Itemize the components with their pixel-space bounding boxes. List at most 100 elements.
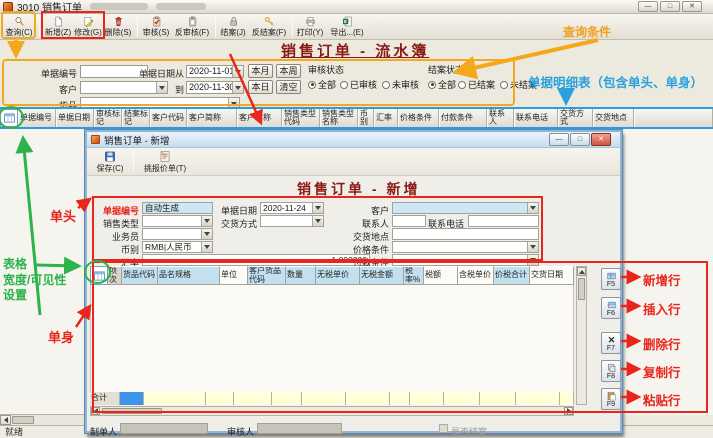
close-case-button[interactable]: 结案(J) [219, 15, 247, 39]
date-from-select[interactable]: 2020-11-01 [186, 65, 244, 78]
scroll-right-icon[interactable] [564, 407, 573, 415]
currency-select[interactable]: RMB|人民币 [142, 241, 213, 253]
column-header[interactable]: 客户代码 [150, 109, 187, 127]
grid-column-header[interactable]: 交货日期 [530, 266, 574, 285]
contact-field[interactable] [392, 215, 426, 227]
grid-column-header[interactable]: 单位 [220, 266, 248, 285]
closed-checkbox[interactable] [439, 424, 448, 433]
this-week-button[interactable]: 本周 [276, 64, 301, 78]
table-settings-button[interactable] [0, 109, 18, 127]
scroll-left-icon[interactable] [0, 415, 11, 425]
column-header[interactable]: 审核标记 [94, 109, 122, 127]
flow-table-hscrollbar[interactable] [0, 414, 85, 425]
grid-column-header[interactable]: 含税单价 [458, 266, 494, 285]
scroll-left-icon[interactable] [91, 407, 100, 415]
rate-field[interactable]: 1.000000 [142, 254, 370, 266]
close-button[interactable]: ✕ [682, 1, 702, 12]
dropdown-arrow-icon[interactable] [232, 66, 243, 77]
edit-button[interactable]: 修改(G) [74, 15, 102, 39]
paste-row-button[interactable]: F9 [601, 388, 621, 410]
selected-total-cell[interactable] [120, 392, 144, 405]
audit-no-radio[interactable]: 未审核 [382, 78, 419, 91]
minimize-button[interactable]: — [638, 1, 658, 12]
print-button[interactable]: 打印(Y) [296, 15, 324, 39]
scrollbar-thumb[interactable] [578, 278, 585, 300]
close-yes-radio[interactable]: 已结案 [458, 78, 495, 91]
dialog-maximize-button[interactable]: □ [570, 133, 590, 146]
dropdown-arrow-icon[interactable] [201, 229, 212, 239]
column-header[interactable]: 销售类型代码 [282, 109, 320, 127]
dropdown-arrow-icon[interactable] [312, 216, 323, 226]
clear-button[interactable]: 清空 [276, 80, 301, 94]
insert-row-button[interactable]: F6 [601, 297, 621, 319]
column-header[interactable]: 单据日期 [56, 109, 94, 127]
this-month-button[interactable]: 本月 [248, 64, 273, 78]
sale-type-select[interactable] [142, 215, 213, 227]
delete-button[interactable]: 删除(S) [104, 15, 132, 39]
dropdown-arrow-icon[interactable] [232, 82, 243, 93]
scrollbar-thumb[interactable] [102, 408, 162, 414]
column-header[interactable]: 交货地点 [593, 109, 634, 127]
maximize-button[interactable]: □ [660, 1, 680, 12]
customer-select[interactable] [80, 81, 168, 94]
delete-row-button[interactable]: F7 [601, 332, 621, 354]
date-to-select[interactable]: 2020-11-30 [186, 81, 244, 94]
column-header[interactable]: 联系人 [487, 109, 514, 127]
dropdown-arrow-icon[interactable] [201, 216, 212, 226]
grid-settings-button[interactable] [90, 266, 108, 285]
delivery-mode-select[interactable] [260, 215, 324, 227]
scroll-up-icon[interactable] [577, 267, 586, 276]
close-all-radio[interactable]: 全部 [428, 78, 456, 91]
reopen-case-button[interactable]: 反结案(F) [249, 15, 289, 39]
grid-column-header[interactable]: 无税单价 [316, 266, 360, 285]
column-header[interactable]: 汇率 [374, 109, 398, 127]
column-header[interactable]: 付款条件 [439, 109, 487, 127]
grid-column-header[interactable]: 客户货品代码 [248, 266, 286, 285]
grid-column-header[interactable]: 品名规格 [158, 266, 220, 285]
pay-cond-select[interactable] [392, 254, 539, 266]
grid-vscrollbar[interactable] [576, 266, 587, 405]
column-header[interactable]: 币别 [358, 109, 374, 127]
dialog-minimize-button[interactable]: — [549, 133, 569, 146]
audit-all-radio[interactable]: 全部 [308, 78, 336, 91]
grid-column-header[interactable]: 项次 [108, 266, 122, 285]
column-header[interactable]: 客户名称 [237, 109, 282, 127]
dropdown-arrow-icon[interactable] [527, 242, 538, 252]
grid-column-header[interactable]: 税率% [404, 266, 424, 285]
add-row-button[interactable]: F5 [601, 268, 621, 290]
price-cond-select[interactable] [392, 241, 539, 253]
audit-yes-radio[interactable]: 已审核 [340, 78, 377, 91]
customer-select[interactable] [392, 202, 539, 214]
save-button[interactable]: 保存(C) [91, 149, 129, 175]
delivery-place-field[interactable] [392, 228, 539, 240]
phone-field[interactable] [468, 215, 539, 227]
doc-no-field[interactable]: 自动生成 [142, 202, 213, 214]
export-button[interactable]: 导出...(E) [326, 15, 368, 39]
column-header[interactable]: 联系电话 [514, 109, 558, 127]
column-header[interactable]: 价格条件 [398, 109, 439, 127]
detail-grid-body[interactable] [90, 285, 574, 392]
today-button[interactable]: 本日 [248, 80, 273, 94]
grid-hscrollbar[interactable] [90, 406, 574, 416]
salesman-select[interactable] [142, 228, 213, 240]
scrollbar-thumb[interactable] [12, 416, 34, 424]
grid-column-header[interactable]: 价税合计 [494, 266, 530, 285]
copy-row-button[interactable]: F8 [601, 360, 621, 382]
grid-column-header[interactable]: 数量 [286, 266, 316, 285]
new-button[interactable]: 新增(Z) [44, 15, 72, 39]
query-button[interactable]: 查询(C) [2, 15, 36, 39]
grid-column-header[interactable]: 无税金额 [360, 266, 404, 285]
dropdown-arrow-icon[interactable] [312, 203, 323, 213]
unaudit-button[interactable]: 反审核(F) [172, 15, 212, 39]
column-header[interactable]: 销售类型名称 [320, 109, 358, 127]
dialog-close-button[interactable]: ✕ [591, 133, 611, 146]
column-header[interactable]: 单据编号 [18, 109, 56, 127]
audit-button[interactable]: 审核(S) [142, 15, 170, 39]
grid-column-header[interactable]: 货品代码 [122, 266, 158, 285]
column-header[interactable]: 结案标记 [122, 109, 150, 127]
pick-quote-button[interactable]: 挑报价单(T) [137, 149, 193, 175]
dropdown-arrow-icon[interactable] [201, 242, 212, 252]
column-header[interactable]: 交货方式 [558, 109, 593, 127]
grid-column-header[interactable]: 税额 [424, 266, 458, 285]
column-header[interactable]: 客户简称 [187, 109, 237, 127]
